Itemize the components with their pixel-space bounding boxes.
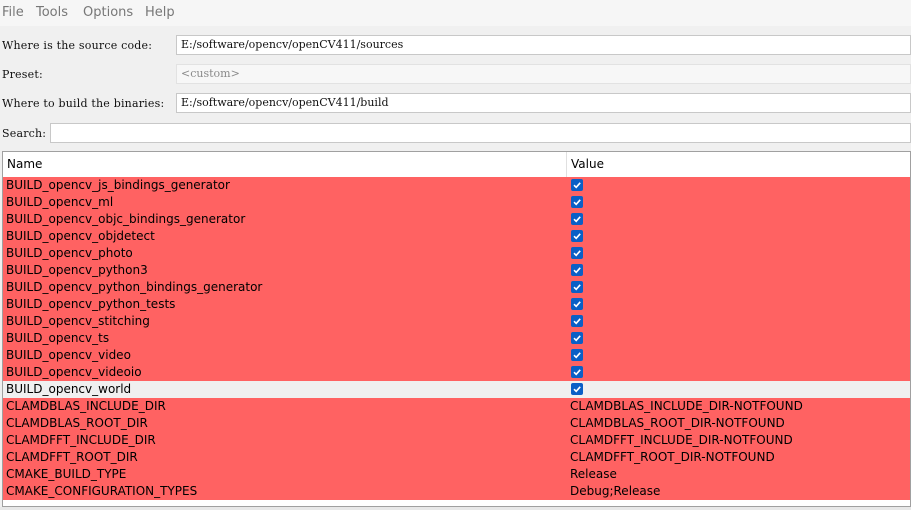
row-name: BUILD_opencv_objdetect bbox=[6, 229, 155, 243]
table-row[interactable]: CLAMDBLAS_ROOT_DIR CLAMDBLAS_ROOT_DIR-NOT… bbox=[3, 415, 910, 432]
table-row[interactable]: BUILD_opencv_ts bbox=[3, 330, 910, 347]
source-code-field[interactable]: E:/software/opencv/openCV411/sources bbox=[176, 35, 911, 55]
table-row[interactable]: BUILD_opencv_js_bindings_generator bbox=[3, 177, 910, 194]
preset-label: Preset: bbox=[2, 68, 43, 81]
check-icon bbox=[573, 199, 581, 206]
row-value[interactable]: Debug;Release bbox=[570, 484, 660, 499]
table-row[interactable]: CMAKE_CONFIGURATION_TYPES Debug;Release bbox=[3, 483, 910, 500]
check-icon bbox=[573, 182, 581, 189]
value-checkbox[interactable] bbox=[571, 213, 583, 225]
source-code-label: Where is the source code: bbox=[2, 39, 153, 52]
row-value[interactable]: CLAMDBLAS_INCLUDE_DIR-NOTFOUND bbox=[570, 399, 803, 414]
row-name: BUILD_opencv_photo bbox=[6, 246, 133, 260]
row-value[interactable]: CLAMDFFT_INCLUDE_DIR-NOTFOUND bbox=[570, 433, 793, 448]
table-row[interactable]: CLAMDBLAS_INCLUDE_DIR CLAMDBLAS_INCLUDE_D… bbox=[3, 398, 910, 415]
row-name: CMAKE_BUILD_TYPE bbox=[6, 467, 127, 481]
check-icon bbox=[573, 250, 581, 257]
check-icon bbox=[573, 284, 581, 291]
column-header-name[interactable]: Name bbox=[7, 157, 42, 171]
row-name: CLAMDFFT_ROOT_DIR bbox=[6, 450, 138, 464]
table-row[interactable]: BUILD_opencv_ml bbox=[3, 194, 910, 211]
row-value[interactable]: Release bbox=[570, 467, 617, 482]
value-checkbox[interactable] bbox=[571, 383, 583, 395]
table-row[interactable]: BUILD_opencv_python_bindings_generator bbox=[3, 279, 910, 296]
menu-file[interactable]: File bbox=[2, 5, 24, 20]
row-name: BUILD_opencv_world bbox=[6, 382, 132, 396]
row-name: BUILD_opencv_videoio bbox=[6, 365, 142, 379]
row-name: BUILD_opencv_python_bindings_generator bbox=[6, 280, 263, 294]
table-row[interactable]: BUILD_opencv_stitching bbox=[3, 313, 910, 330]
row-value[interactable]: CLAMDFFT_ROOT_DIR-NOTFOUND bbox=[570, 450, 775, 465]
row-name: CLAMDBLAS_ROOT_DIR bbox=[6, 416, 148, 430]
table-row[interactable]: BUILD_opencv_objdetect bbox=[3, 228, 910, 245]
value-checkbox[interactable] bbox=[571, 349, 583, 361]
check-icon bbox=[573, 301, 581, 308]
build-dir-field[interactable]: E:/software/opencv/openCV411/build bbox=[176, 93, 911, 113]
table-body: BUILD_opencv_js_bindings_generator BUILD_… bbox=[3, 177, 910, 500]
check-icon bbox=[573, 318, 581, 325]
check-icon bbox=[573, 233, 581, 240]
row-name: BUILD_opencv_python3 bbox=[6, 263, 148, 277]
table-row[interactable]: BUILD_opencv_world bbox=[3, 381, 910, 398]
preset-field: <custom> bbox=[176, 64, 911, 84]
row-value[interactable]: CLAMDBLAS_ROOT_DIR-NOTFOUND bbox=[570, 416, 785, 431]
table-row[interactable]: CLAMDFFT_ROOT_DIR CLAMDFFT_ROOT_DIR-NOTFO… bbox=[3, 449, 910, 466]
value-checkbox[interactable] bbox=[571, 315, 583, 327]
row-name: BUILD_opencv_stitching bbox=[6, 314, 150, 328]
row-name: BUILD_opencv_objc_bindings_generator bbox=[6, 212, 246, 226]
check-icon bbox=[573, 352, 581, 359]
row-name: CLAMDBLAS_INCLUDE_DIR bbox=[6, 399, 166, 413]
table-row[interactable]: BUILD_opencv_objc_bindings_generator bbox=[3, 211, 910, 228]
menu-options[interactable]: Options bbox=[83, 5, 133, 20]
table-row[interactable]: BUILD_opencv_python3 bbox=[3, 262, 910, 279]
check-icon bbox=[573, 267, 581, 274]
table-row[interactable]: BUILD_opencv_videoio bbox=[3, 364, 910, 381]
row-name: CLAMDFFT_INCLUDE_DIR bbox=[6, 433, 156, 447]
table-row[interactable]: BUILD_opencv_video bbox=[3, 347, 910, 364]
value-checkbox[interactable] bbox=[571, 196, 583, 208]
table-header: Name Value bbox=[3, 152, 910, 178]
value-checkbox[interactable] bbox=[571, 247, 583, 259]
row-name: BUILD_opencv_python_tests bbox=[6, 297, 176, 311]
check-icon bbox=[573, 216, 581, 223]
value-checkbox[interactable] bbox=[571, 281, 583, 293]
search-label: Search: bbox=[2, 127, 47, 140]
value-checkbox[interactable] bbox=[571, 366, 583, 378]
check-icon bbox=[573, 386, 581, 393]
check-icon bbox=[573, 369, 581, 376]
value-checkbox[interactable] bbox=[571, 230, 583, 242]
menu-bar: File Tools Options Help bbox=[0, 0, 911, 26]
row-name: CMAKE_CONFIGURATION_TYPES bbox=[6, 484, 198, 498]
value-checkbox[interactable] bbox=[571, 332, 583, 344]
column-header-value[interactable]: Value bbox=[571, 157, 604, 171]
row-name: BUILD_opencv_js_bindings_generator bbox=[6, 178, 230, 192]
build-dir-label: Where to build the binaries: bbox=[2, 97, 165, 110]
table-row[interactable]: BUILD_opencv_photo bbox=[3, 245, 910, 262]
column-divider[interactable] bbox=[566, 152, 567, 177]
row-name: BUILD_opencv_ts bbox=[6, 331, 110, 345]
row-name: BUILD_opencv_ml bbox=[6, 195, 114, 209]
table-row[interactable]: CMAKE_BUILD_TYPE Release bbox=[3, 466, 910, 483]
value-checkbox[interactable] bbox=[571, 264, 583, 276]
row-name: BUILD_opencv_video bbox=[6, 348, 131, 362]
value-checkbox[interactable] bbox=[571, 298, 583, 310]
table-row[interactable]: BUILD_opencv_python_tests bbox=[3, 296, 910, 313]
check-icon bbox=[573, 335, 581, 342]
menu-help[interactable]: Help bbox=[145, 5, 175, 20]
value-checkbox[interactable] bbox=[571, 179, 583, 191]
search-input[interactable] bbox=[50, 123, 911, 143]
table-row[interactable]: CLAMDFFT_INCLUDE_DIR CLAMDFFT_INCLUDE_DIR… bbox=[3, 432, 910, 449]
cache-table: Name Value BUILD_opencv_js_bindings_gene… bbox=[2, 151, 911, 507]
menu-tools[interactable]: Tools bbox=[36, 5, 68, 20]
